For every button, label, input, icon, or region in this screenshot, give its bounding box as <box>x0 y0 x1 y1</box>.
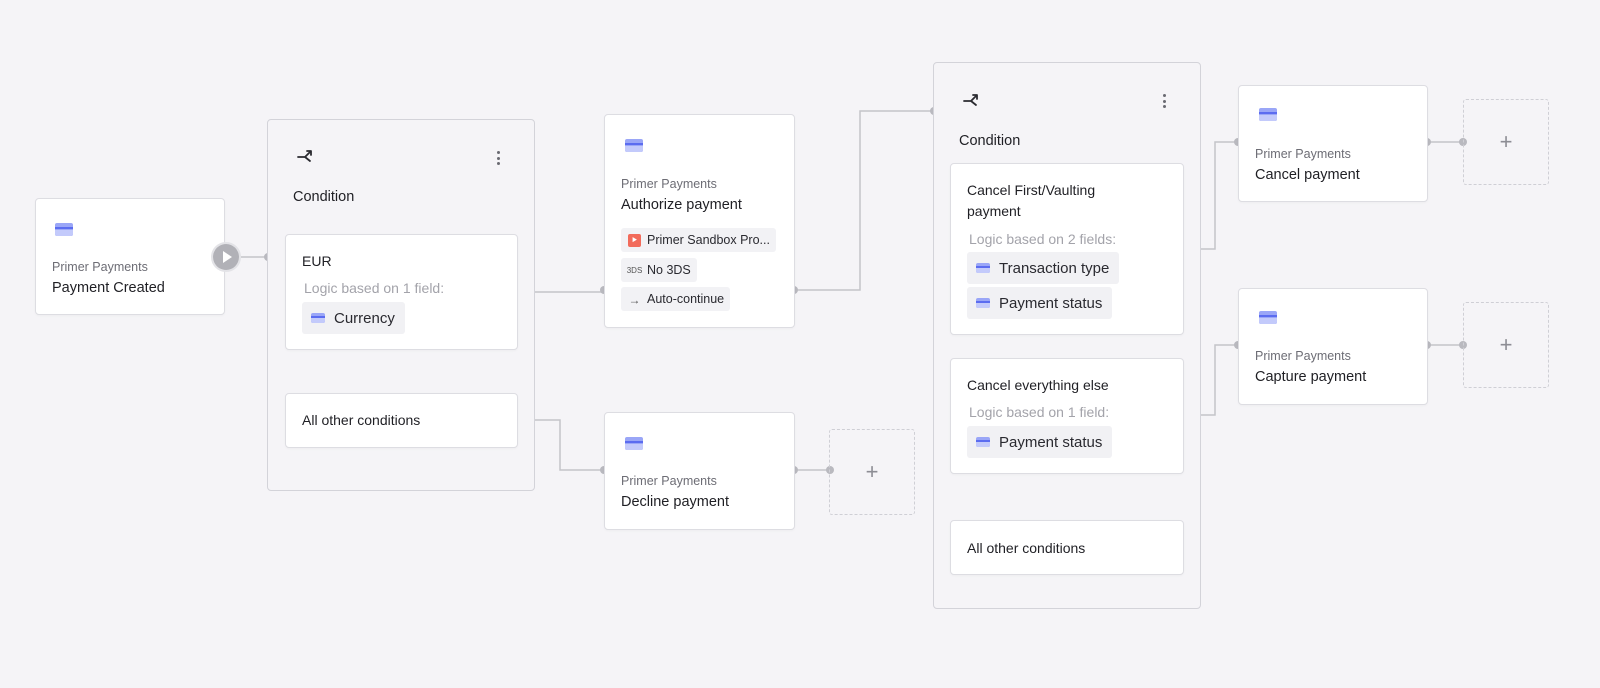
node-title: Decline payment <box>621 494 729 510</box>
branch-title: All other conditions <box>967 540 1086 556</box>
primer-payments-icon <box>311 313 325 323</box>
branch-eur[interactable]: EUR Logic based on 1 field: Currency <box>285 234 518 350</box>
add-step-button[interactable]: + <box>1463 99 1549 185</box>
node-provider: Primer Payments <box>52 260 148 274</box>
node-title: Authorize payment <box>621 197 742 213</box>
branch-title: Cancel everything else <box>967 377 1109 393</box>
primer-payments-icon <box>1259 311 1277 324</box>
action-node-decline-payment[interactable]: Primer Payments Decline payment <box>604 412 795 530</box>
field-chip-payment-status: Payment status <box>967 287 1113 319</box>
action-node-capture-payment[interactable]: Primer Payments Capture payment <box>1238 288 1428 405</box>
primer-payments-icon <box>55 223 73 236</box>
node-title: Cancel payment <box>1255 167 1360 183</box>
branch-icon <box>963 94 978 106</box>
branch-logic-label: Logic based on 2 fields: <box>969 231 1117 247</box>
field-chip-label: Payment status <box>999 433 1103 451</box>
action-node-cancel-payment[interactable]: Primer Payments Cancel payment <box>1238 85 1428 202</box>
trigger-node-payment-created[interactable]: Primer Payments Payment Created <box>35 198 225 315</box>
workflow-canvas: Primer Payments Payment Created Conditio… <box>0 0 1600 688</box>
primer-payments-icon <box>625 437 643 450</box>
branch-title: EUR <box>302 253 332 269</box>
branch-logic-label: Logic based on 1 field: <box>304 280 445 296</box>
processor-icon: ⯈ <box>628 234 641 247</box>
branch-all-other-conditions[interactable]: All other conditions <box>285 393 518 448</box>
field-chip-transaction-type: Transaction type <box>967 252 1120 284</box>
node-title: Payment Created <box>52 280 165 296</box>
field-chip-label: Currency <box>334 309 395 327</box>
three-ds-tag: 3DS No 3DS <box>621 258 697 282</box>
primer-payments-icon <box>1259 108 1277 121</box>
branch-cancel-first-vaulting[interactable]: Cancel First/Vaulting payment Logic base… <box>950 163 1184 335</box>
action-node-authorize-payment[interactable]: Primer Payments Authorize payment ⯈ Prim… <box>604 114 795 328</box>
no-3ds-icon: 3DS <box>626 266 643 275</box>
field-chip-payment-status: Payment status <box>967 426 1113 458</box>
node-title: Capture payment <box>1255 369 1367 385</box>
node-provider: Primer Payments <box>1255 147 1351 161</box>
more-options-icon[interactable] <box>1157 92 1171 110</box>
branch-title-line2: payment <box>967 203 1021 219</box>
more-options-icon[interactable] <box>491 149 505 167</box>
branch-all-other-conditions[interactable]: All other conditions <box>950 520 1184 575</box>
connector-authorize-condition <box>794 110 934 291</box>
primer-payments-icon <box>625 139 643 152</box>
primer-payments-icon <box>976 298 990 308</box>
branch-title-line1: Cancel First/Vaulting <box>967 182 1096 198</box>
field-chip-label: Transaction type <box>999 259 1110 277</box>
add-step-button[interactable]: + <box>829 429 915 515</box>
branch-cancel-everything-else[interactable]: Cancel everything else Logic based on 1 … <box>950 358 1184 474</box>
auto-continue-tag: → Auto-continue <box>621 287 731 311</box>
branch-title: All other conditions <box>302 412 421 428</box>
processor-tag: ⯈ Primer Sandbox Pro... <box>621 228 776 252</box>
branch-icon <box>297 150 312 162</box>
condition-title: Condition <box>959 133 1021 149</box>
field-chip-currency: Currency <box>302 302 405 334</box>
node-provider: Primer Payments <box>621 177 717 191</box>
node-provider: Primer Payments <box>1255 349 1351 363</box>
field-chip-label: Payment status <box>999 294 1103 312</box>
primer-payments-icon <box>976 263 990 273</box>
arrow-right-icon: → <box>628 292 641 307</box>
branch-logic-label: Logic based on 1 field: <box>969 404 1110 420</box>
node-provider: Primer Payments <box>621 474 717 488</box>
add-step-button[interactable]: + <box>1463 302 1549 388</box>
condition-title: Condition <box>293 189 355 205</box>
play-button[interactable] <box>213 244 239 270</box>
primer-payments-icon <box>976 437 990 447</box>
